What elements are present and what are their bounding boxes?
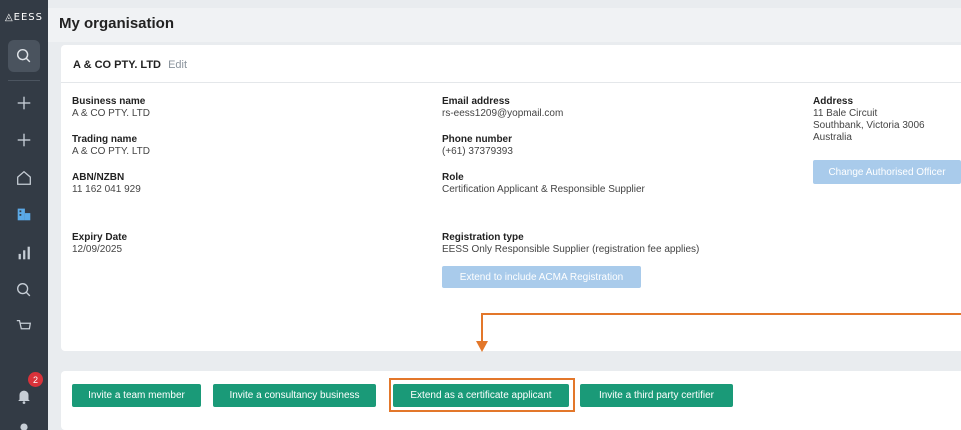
building-icon xyxy=(17,208,31,221)
annotation-arrow-head xyxy=(476,341,488,352)
abn-label: ABN/NZBN xyxy=(72,172,125,183)
address-field: Address 11 Bale Circuit Southbank, Victo… xyxy=(813,96,925,144)
invite-third-party-certifier-button[interactable]: Invite a third party certifier xyxy=(580,384,733,407)
search-nav-button[interactable] xyxy=(0,272,48,308)
abn-value: 11 162 041 929 xyxy=(72,184,141,195)
phone-value: (+61) 37379393 xyxy=(442,146,513,157)
edit-link[interactable]: Edit xyxy=(168,59,187,71)
plus-icon xyxy=(17,133,31,147)
expiry-date-label: Expiry Date xyxy=(72,232,128,243)
sidebar: ◬EESS 2 xyxy=(0,0,48,430)
sidebar-divider xyxy=(8,80,40,81)
change-authorised-officer-button[interactable]: Change Authorised Officer xyxy=(813,160,961,184)
divider xyxy=(61,82,961,83)
abn-field: ABN/NZBN 11 162 041 929 xyxy=(72,172,141,196)
cart-icon xyxy=(16,319,32,330)
cart-button[interactable] xyxy=(0,308,48,344)
email-field: Email address rs-eess1209@yopmail.com xyxy=(442,96,563,120)
annotation-arrow-horizontal xyxy=(481,313,961,315)
email-label: Email address xyxy=(442,96,510,107)
email-value: rs-eess1209@yopmail.com xyxy=(442,108,564,119)
search-icon xyxy=(16,48,31,63)
business-name-label: Business name xyxy=(72,96,146,107)
brand-logo[interactable]: ◬EESS xyxy=(0,12,48,23)
role-value: Certification Applicant & Responsible Su… xyxy=(442,184,645,195)
add-button[interactable] xyxy=(0,85,48,121)
search-button[interactable] xyxy=(0,38,48,74)
trading-name-label: Trading name xyxy=(72,134,138,145)
trading-name-value: A & CO PTY. LTD xyxy=(72,146,150,157)
organisation-details-card: A & CO PTY. LTD Edit xyxy=(61,45,961,351)
page-header xyxy=(48,8,961,42)
logo-icon: ◬ xyxy=(4,12,14,23)
reports-button[interactable] xyxy=(0,235,48,271)
bar-chart-icon xyxy=(18,246,30,260)
notification-count-badge: 2 xyxy=(28,372,43,387)
phone-field: Phone number (+61) 37379393 xyxy=(442,134,513,158)
annotation-arrow-vertical xyxy=(481,313,483,343)
organisation-button[interactable] xyxy=(0,196,48,232)
role-field: Role Certification Applicant & Responsib… xyxy=(442,172,645,196)
brand-name: EESS xyxy=(13,12,44,23)
phone-label: Phone number xyxy=(442,134,513,145)
home-icon xyxy=(17,170,31,185)
bell-icon xyxy=(18,390,30,404)
trading-name-field: Trading name A & CO PTY. LTD xyxy=(72,134,150,158)
address-line2: Southbank, Victoria 3006 xyxy=(813,120,925,131)
business-name-field: Business name A & CO PTY. LTD xyxy=(72,96,150,120)
extend-acma-button[interactable]: Extend to include ACMA Registration xyxy=(442,266,641,288)
home-button[interactable] xyxy=(0,160,48,196)
address-label: Address xyxy=(813,96,854,107)
registration-type-label: Registration type xyxy=(442,232,524,243)
business-name-value: A & CO PTY. LTD xyxy=(72,108,150,119)
expiry-date-value: 12/09/2025 xyxy=(72,244,123,255)
role-label: Role xyxy=(442,172,464,183)
search-icon xyxy=(17,283,31,297)
plus-icon xyxy=(17,96,31,110)
profile-button[interactable] xyxy=(0,410,48,430)
address-line1: 11 Bale Circuit xyxy=(813,108,878,119)
page-title: My organisation xyxy=(59,15,175,32)
invite-team-member-button[interactable]: Invite a team member xyxy=(72,384,201,407)
registration-type-value: EESS Only Responsible Supplier (registra… xyxy=(442,244,700,255)
organisation-header: A & CO PTY. LTD Edit xyxy=(73,59,187,71)
add-secondary-button[interactable] xyxy=(0,122,48,158)
invite-consultancy-button[interactable]: Invite a consultancy business xyxy=(213,384,376,407)
registration-type-field: Registration type EESS Only Responsible … xyxy=(442,232,699,256)
user-icon xyxy=(20,423,28,430)
expiry-date-field: Expiry Date 12/09/2025 xyxy=(72,232,127,256)
highlight-box xyxy=(389,378,575,412)
address-line3: Australia xyxy=(813,132,852,143)
organisation-name: A & CO PTY. LTD xyxy=(73,59,161,71)
